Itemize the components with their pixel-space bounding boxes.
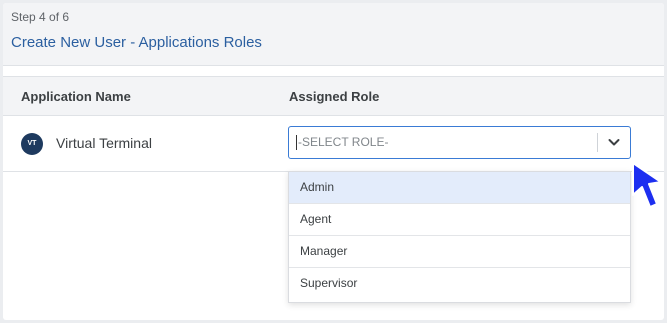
role-option-manager[interactable]: Manager [289, 236, 630, 268]
role-select[interactable]: -SELECT ROLE- [288, 126, 631, 159]
chevron-down-icon[interactable] [606, 134, 622, 150]
column-header-application-name: Application Name [21, 89, 131, 104]
page-title: Create New User - Applications Roles [11, 34, 262, 51]
role-select-placeholder: -SELECT ROLE- [298, 135, 389, 149]
window-frame: Step 4 of 6 Create New User - Applicatio… [0, 0, 667, 323]
table-header: Application Name Assigned Role [3, 76, 664, 116]
wizard-header: Step 4 of 6 Create New User - Applicatio… [3, 3, 664, 66]
application-name: Virtual Terminal [56, 135, 152, 151]
role-option-agent[interactable]: Agent [289, 204, 630, 236]
mouse-pointer-icon [632, 162, 662, 208]
column-header-assigned-role: Assigned Role [289, 89, 380, 104]
role-option-admin[interactable]: Admin [289, 172, 630, 204]
role-option-supervisor[interactable]: Supervisor [289, 268, 630, 302]
select-divider [597, 133, 598, 152]
wizard-card: Step 4 of 6 Create New User - Applicatio… [3, 3, 664, 320]
table-row: VT Virtual Terminal -SELECT ROLE- [3, 116, 664, 172]
step-indicator: Step 4 of 6 [11, 10, 70, 24]
header-spacer [3, 66, 664, 76]
text-caret [296, 135, 297, 150]
role-dropdown-menu: Admin Agent Manager Supervisor [288, 171, 631, 303]
app-avatar: VT [21, 133, 43, 155]
